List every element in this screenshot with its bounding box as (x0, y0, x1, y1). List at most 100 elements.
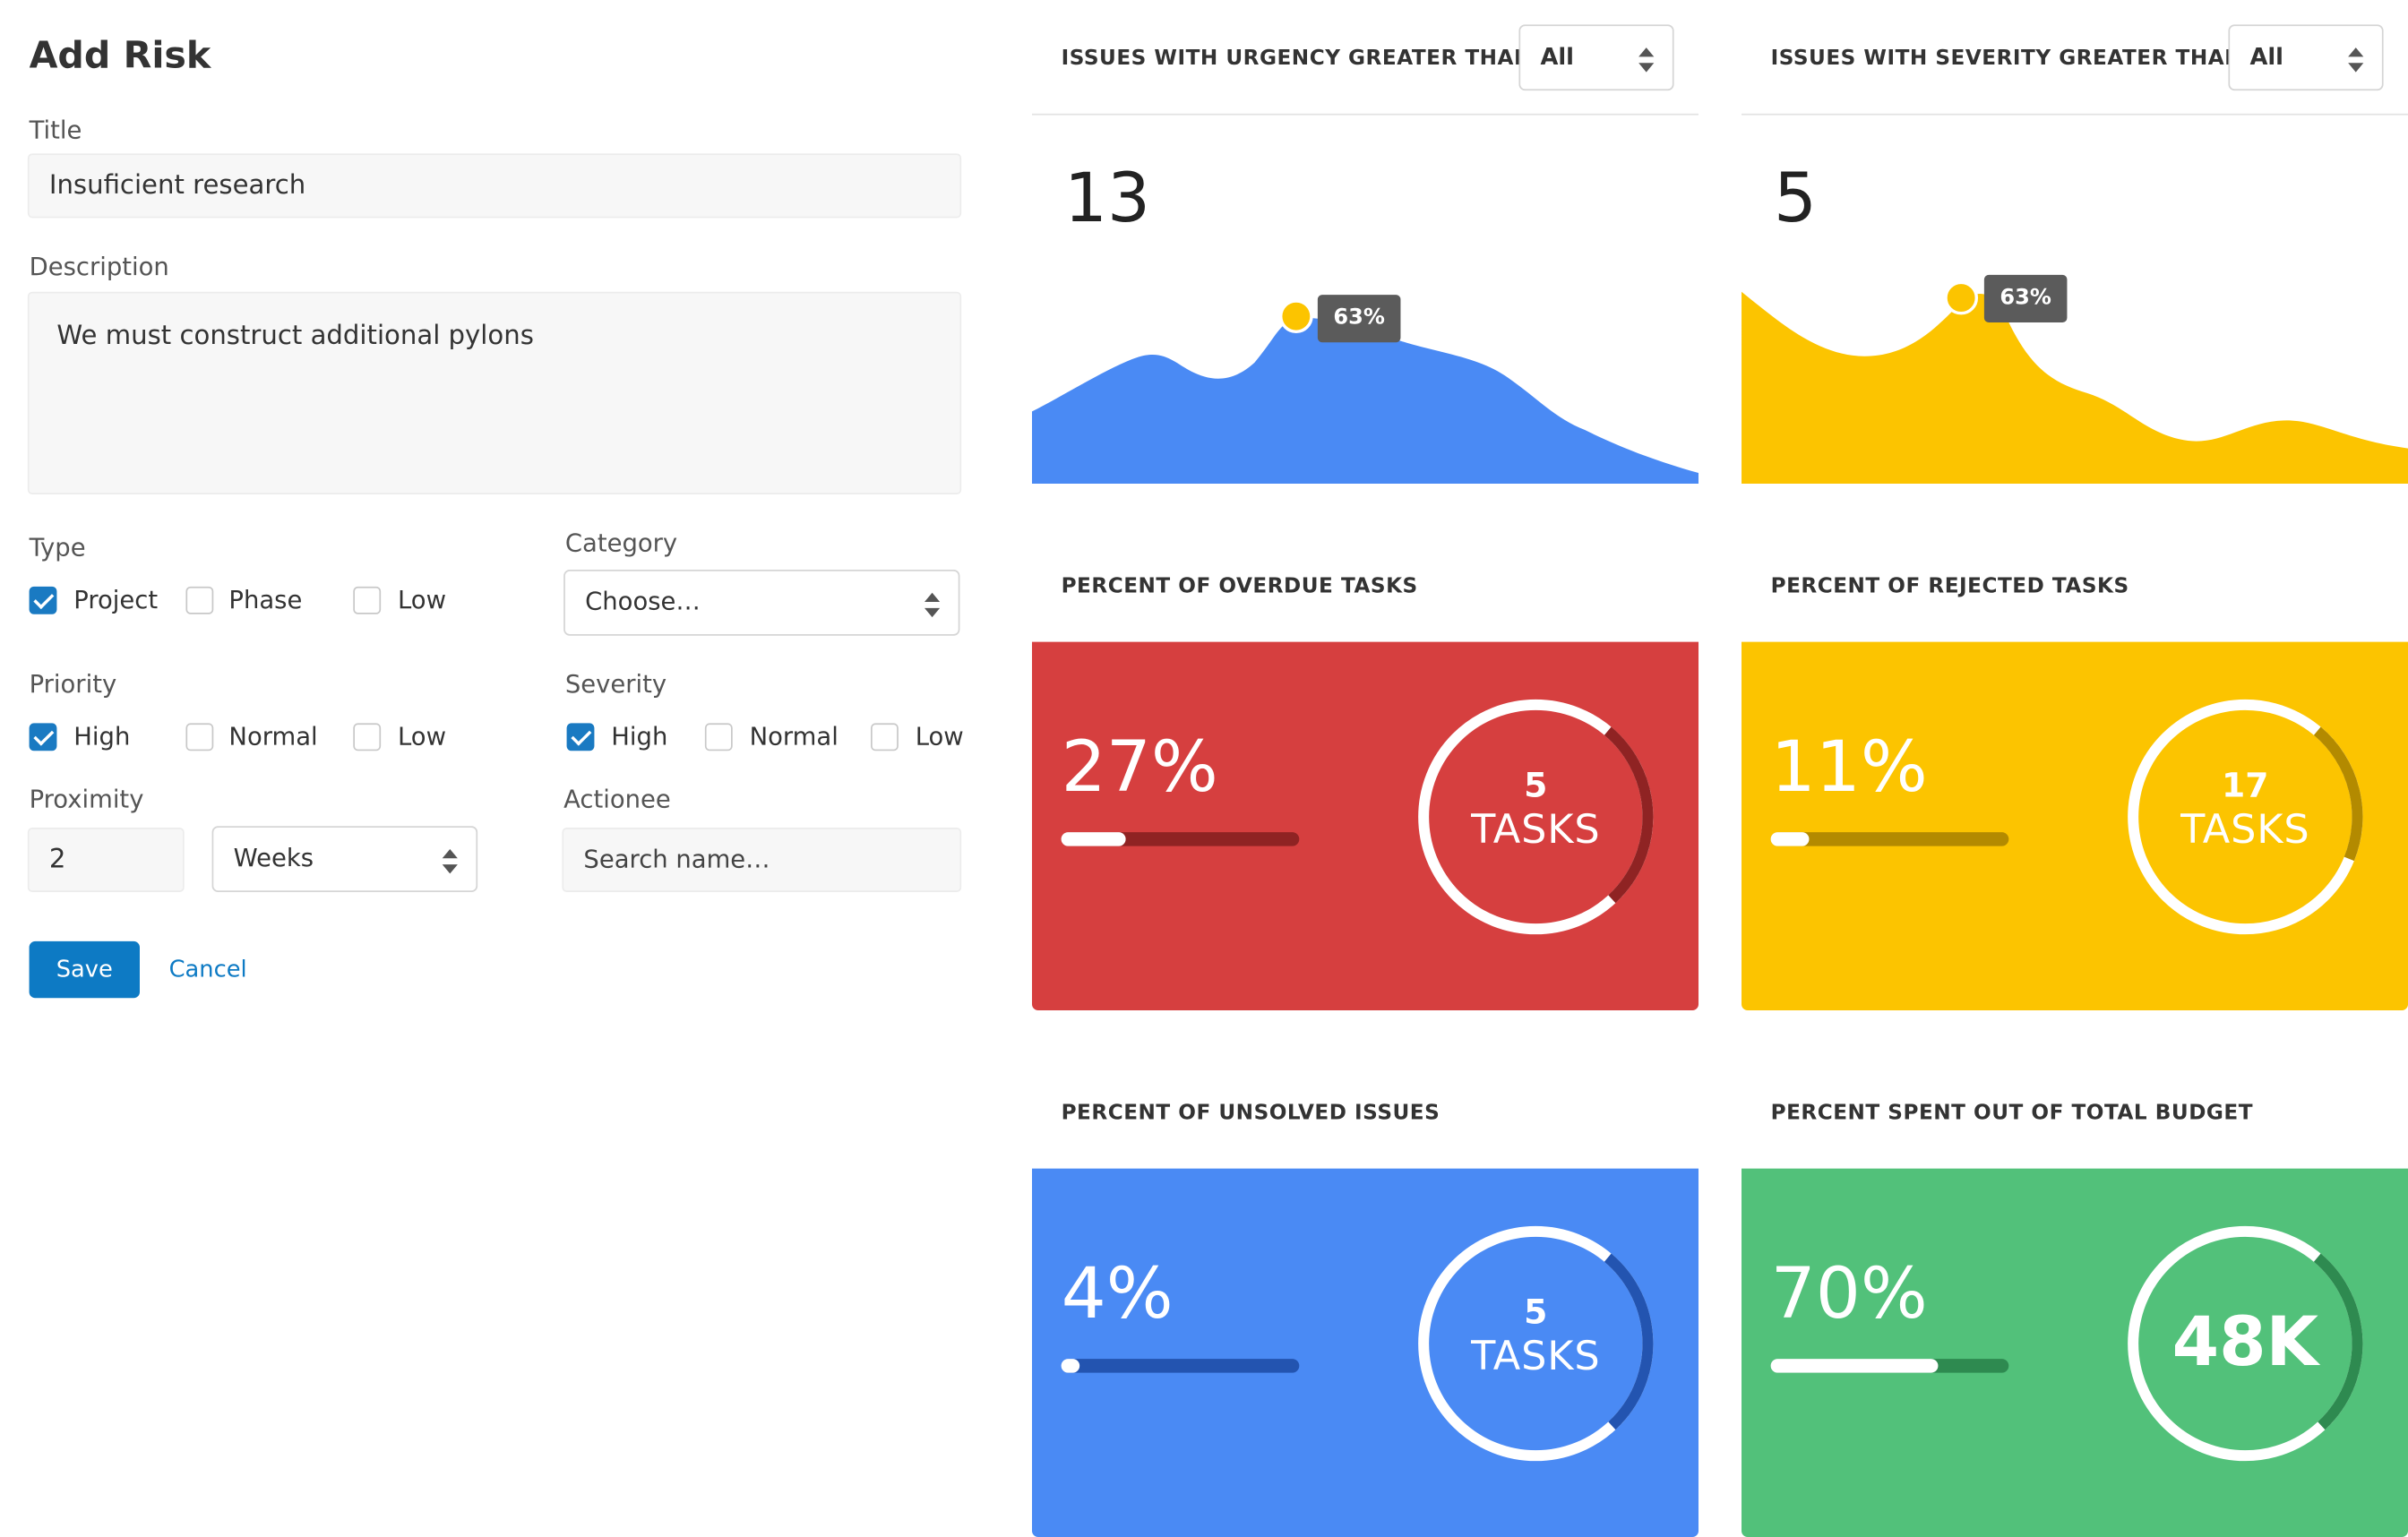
stat-card: PERCENT SPENT OUT OF TOTAL BUDGET 70% 48… (1742, 1053, 2408, 1537)
actionee-placeholder: Search name… (583, 844, 770, 874)
urgency-card-title: ISSUES WITH URGENCY GREATER THAN (1061, 46, 1532, 71)
urgency-filter-value: All (1540, 43, 1574, 71)
stat-circle-count: 5 (1524, 768, 1548, 807)
stat-percent: 70% (1770, 1251, 1928, 1335)
type-low-checkbox[interactable] (353, 586, 382, 614)
stat-card-title: PERCENT OF UNSOLVED ISSUES (1061, 1101, 1440, 1126)
severity-high-checkbox[interactable] (566, 723, 595, 751)
stat-card-body: 4% 5 TASKS (1032, 1168, 1699, 1537)
urgency-divider (1032, 113, 1699, 116)
urgency-area (1032, 317, 1699, 485)
form-title: Add Risk (29, 33, 211, 77)
severity-card: ISSUES WITH SEVERITY GREATER THAN All 5 … (1742, 0, 2408, 485)
stat-card: PERCENT OF REJECTED TASKS 11% 17 TASKS (1742, 527, 2408, 1011)
priority-label: Priority (29, 669, 117, 700)
type-project-label: Project (73, 585, 159, 614)
stat-ring: 17 TASKS (2126, 697, 2365, 936)
stat-progress-track (1770, 1359, 2009, 1373)
severity-card-title: ISSUES WITH SEVERITY GREATER THAN (1770, 46, 2243, 71)
stat-percent: 11% (1770, 725, 1928, 808)
type-phase-checkbox[interactable] (185, 586, 214, 614)
actionee-search-input[interactable]: Search name… (562, 828, 962, 893)
select-arrows-icon (442, 849, 458, 874)
priority-high-checkbox[interactable] (29, 723, 57, 751)
stat-progress-fill (1770, 1359, 1938, 1373)
severity-low-label: Low (915, 721, 964, 751)
severity-options: High Normal Low (566, 721, 982, 752)
priority-normal-label: Normal (228, 721, 318, 751)
select-arrows-icon (2348, 47, 2364, 73)
stat-progress-fill (1061, 1359, 1080, 1373)
stat-progress-track (1061, 1359, 1300, 1373)
proximity-input[interactable]: 2 (27, 828, 185, 893)
type-label: Type (29, 532, 86, 562)
stat-progress-track (1770, 832, 2009, 846)
stat-circle-unit: TASKS (1471, 1334, 1601, 1381)
priority-high-label: High (73, 721, 131, 751)
stat-card-title: PERCENT SPENT OUT OF TOTAL BUDGET (1770, 1101, 2254, 1126)
stat-ring: 5 TASKS (1416, 1224, 1656, 1463)
stat-circle-count: 5 (1524, 1294, 1548, 1334)
priority-normal-checkbox[interactable] (185, 723, 214, 751)
urgency-marker-dot (1279, 299, 1313, 334)
priority-options: High Normal Low (29, 721, 521, 752)
stat-card-title: PERCENT OF OVERDUE TASKS (1061, 574, 1418, 599)
proximity-label: Proximity (29, 785, 144, 814)
stat-progress-fill (1770, 832, 1810, 846)
stat-progress-track (1061, 832, 1300, 846)
stat-card-body: 27% 5 TASKS (1032, 641, 1699, 1011)
stat-percent: 4% (1061, 1251, 1174, 1335)
description-label: Description (29, 252, 169, 281)
type-phase-label: Phase (228, 585, 303, 614)
cancel-button[interactable]: Cancel (169, 941, 247, 998)
proximity-unit-value: Weeks (233, 843, 314, 872)
stat-circle-value: 48K (2172, 1303, 2319, 1382)
severity-area-chart (1742, 280, 2408, 485)
select-arrows-icon (924, 592, 941, 618)
actionee-label: Actionee (563, 785, 671, 814)
priority-low-checkbox[interactable] (353, 723, 382, 751)
type-low-label: Low (398, 585, 447, 614)
severity-normal-label: Normal (749, 721, 838, 751)
urgency-area-chart (1032, 299, 1699, 485)
stat-percent: 27% (1061, 725, 1218, 808)
stat-card-body: 11% 17 TASKS (1742, 641, 2408, 1011)
priority-low-label: Low (398, 721, 447, 751)
urgency-count: 13 (1064, 159, 1151, 238)
severity-tooltip: 63% (1983, 274, 2068, 323)
severity-high-label: High (611, 721, 668, 751)
severity-filter-value: All (2249, 43, 2284, 71)
type-options: Project Phase Low (29, 585, 521, 615)
urgency-tooltip: 63% (1317, 295, 1401, 343)
stat-ring: 48K (2126, 1224, 2365, 1463)
title-input[interactable]: Insuficient research (27, 153, 962, 219)
urgency-filter-select[interactable]: All (1518, 24, 1674, 91)
category-label: Category (564, 528, 678, 558)
severity-filter-select[interactable]: All (2228, 24, 2384, 91)
type-project-checkbox[interactable] (29, 586, 57, 614)
severity-divider (1742, 113, 2408, 116)
stat-circle-unit: TASKS (1471, 807, 1601, 854)
description-textarea[interactable]: We must construct additional pylons (27, 291, 962, 495)
severity-label: Severity (564, 669, 667, 700)
stat-card: PERCENT OF UNSOLVED ISSUES 4% 5 TASKS (1032, 1053, 1699, 1537)
proximity-unit-select[interactable]: Weeks (211, 826, 478, 893)
category-select[interactable]: Choose… (563, 570, 960, 636)
stat-circle-count: 17 (2222, 768, 2269, 807)
page: Add Risk Title Insuficient research Desc… (0, 0, 2408, 1537)
severity-count: 5 (1774, 159, 1818, 238)
urgency-card: ISSUES WITH URGENCY GREATER THAN All 13 … (1032, 0, 1699, 485)
severity-area (1742, 291, 2408, 485)
description-text: We must construct additional pylons (56, 321, 534, 352)
select-arrows-icon (1638, 47, 1655, 73)
stat-progress-fill (1061, 832, 1126, 846)
stat-card-title: PERCENT OF REJECTED TASKS (1770, 574, 2129, 599)
stat-ring: 5 TASKS (1416, 697, 1656, 936)
save-button[interactable]: Save (29, 940, 141, 999)
severity-marker-dot (1944, 280, 1979, 315)
severity-low-checkbox[interactable] (871, 723, 899, 751)
stat-circle-unit: TASKS (2180, 807, 2310, 854)
stat-card-body: 70% 48K (1742, 1168, 2408, 1537)
title-label: Title (29, 115, 82, 145)
severity-normal-checkbox[interactable] (704, 723, 733, 751)
